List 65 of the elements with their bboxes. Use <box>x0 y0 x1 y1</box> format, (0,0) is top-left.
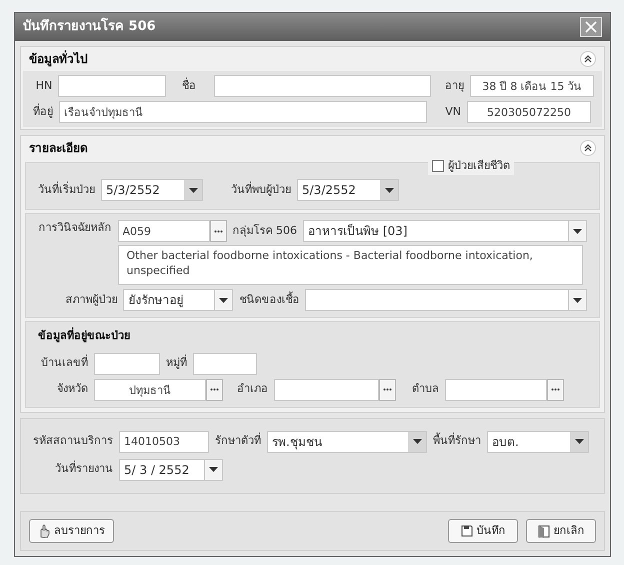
input-field[interactable]: 520305072250 <box>467 101 591 123</box>
dropdown-field[interactable]: อาหารเป็นพิษ [03] <box>303 220 587 242</box>
field-label: ที่อยู่ <box>32 104 53 120</box>
ellipsis-icon <box>551 388 560 391</box>
field-label: รักษาตัวที่ <box>215 433 261 450</box>
dropdown-field[interactable]: 5/3/2552 <box>101 179 203 201</box>
ellipsis-icon <box>383 388 392 391</box>
dropdown-field[interactable]: 5/ 3 / 2552 <box>119 458 223 480</box>
field-label: VN <box>444 104 461 120</box>
close-icon <box>585 21 597 33</box>
section-title: ข้อมูลทั่วไป <box>29 50 88 68</box>
field-label: กลุ่มโรค 506 <box>232 222 297 239</box>
input-field[interactable] <box>274 378 379 400</box>
input-field[interactable] <box>193 352 257 374</box>
ellipsis-icon <box>214 230 222 232</box>
input-field[interactable]: 14010503 <box>119 430 209 452</box>
collapse-button[interactable] <box>580 51 596 67</box>
input-field[interactable] <box>58 75 166 97</box>
browse-button[interactable] <box>547 378 564 400</box>
field-label: ชนิดของเชื้อ <box>239 292 300 308</box>
input-field[interactable]: ปทุมธานี <box>94 378 206 400</box>
ellipsis-icon <box>210 388 219 391</box>
field-label: HN <box>34 78 52 94</box>
field-label: พื้นที่รักษา <box>433 433 481 450</box>
input-field[interactable] <box>94 352 160 374</box>
field-label: อายุ <box>444 78 464 94</box>
field-label: สภาพผู้ป่วย <box>64 292 118 308</box>
field-label: บ้านเลขที่ <box>40 355 88 372</box>
field-label: วันที่เริ่มป่วย <box>38 182 95 198</box>
input-field[interactable] <box>214 75 431 97</box>
chevron-up-icon <box>584 55 592 63</box>
diagnosis-description: Other bacterial foodborne intoxications - Bacterial foodborne intoxication, unspecified <box>118 245 582 285</box>
field-label: ตำบล <box>412 381 439 398</box>
field-label: วันที่รายงาน <box>54 461 113 478</box>
hand-icon <box>38 524 50 538</box>
input-field[interactable] <box>445 378 547 400</box>
chevron-up-icon <box>584 144 592 152</box>
dropdown-field[interactable] <box>305 289 588 311</box>
browse-button[interactable] <box>379 378 396 400</box>
window-title: บันทึกรายงานโรค 506 <box>23 17 156 36</box>
field-label: วันที่พบผู้ป่วย <box>231 182 291 198</box>
field-label: จังหวัด <box>56 381 88 398</box>
cancel-button[interactable]: ยกเลิก <box>526 519 596 543</box>
dropdown-field[interactable]: 5/3/2552 <box>297 179 399 201</box>
input-field[interactable]: เรือนจำปทุมธานี <box>59 101 427 123</box>
dropdown-field[interactable]: ยังรักษาอยู่ <box>123 289 234 311</box>
field-label: หมู่ที่ <box>166 355 187 372</box>
input-field[interactable]: 38 ปี 8 เดือน 15 วัน <box>470 75 594 97</box>
browse-button[interactable] <box>210 220 226 242</box>
field-label: รหัสสถานบริการ <box>33 433 113 450</box>
door-icon <box>538 524 550 538</box>
group-title: ข้อมูลที่อยู่ขณะป่วย <box>38 328 131 344</box>
dropdown-field[interactable]: อบต. <box>487 430 589 452</box>
field-label: การวินิจฉัยหลัก <box>38 220 112 236</box>
save-button[interactable]: บันทึก <box>448 519 518 543</box>
field-label: ชื่อ <box>182 78 196 94</box>
field-label: อำเภอ <box>237 381 268 398</box>
close-button[interactable] <box>580 17 602 37</box>
input-field[interactable]: A059 <box>118 220 210 242</box>
collapse-button[interactable] <box>580 140 596 156</box>
deceased-checkbox[interactable]: ผู้ป่วยเสียชีวิต <box>428 158 514 174</box>
delete-button[interactable]: ลบรายการ <box>29 519 114 543</box>
browse-button[interactable] <box>206 378 223 400</box>
section-title: รายละเอียด <box>29 140 88 157</box>
dropdown-field[interactable]: รพ.ชุมชน <box>267 430 427 452</box>
